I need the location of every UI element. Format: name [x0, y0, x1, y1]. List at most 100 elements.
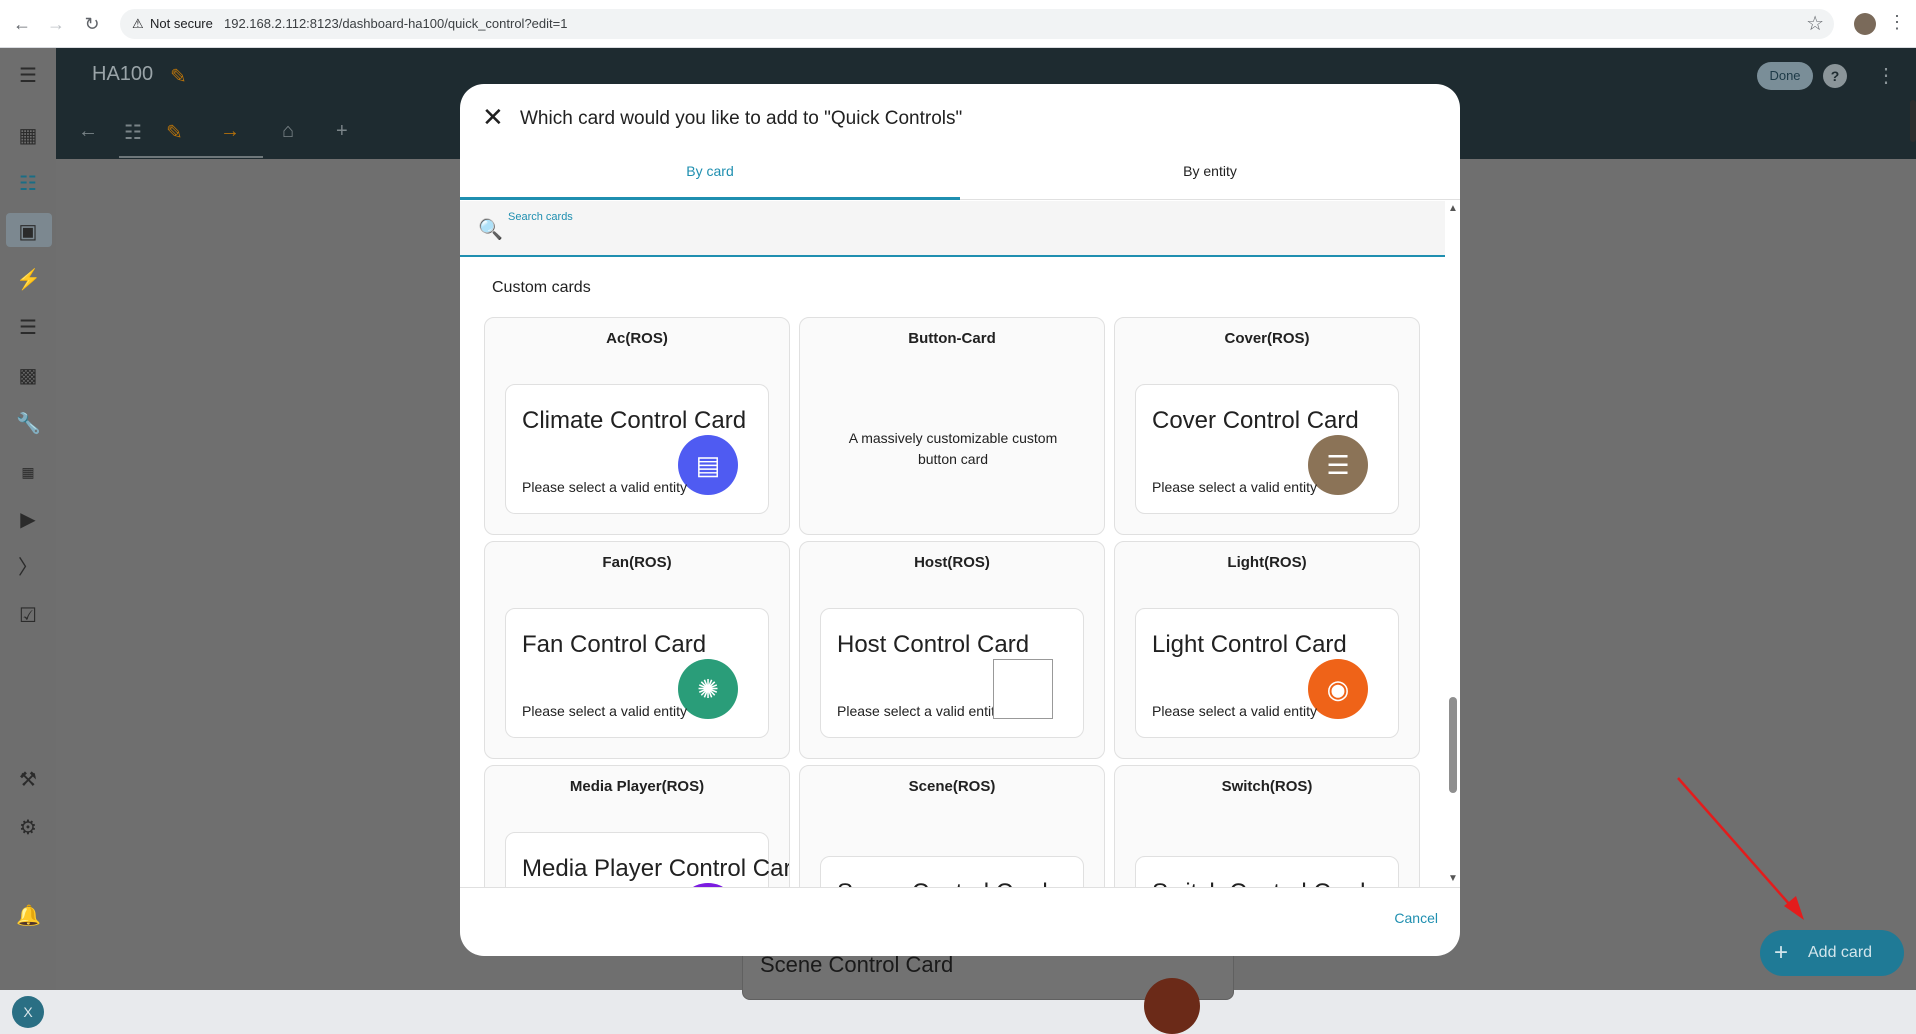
cancel-button[interactable]: Cancel [1394, 910, 1438, 926]
add-view-plus-icon[interactable]: + [336, 120, 348, 143]
section-title: Custom cards [492, 279, 591, 296]
card-option-name: Fan(ROS) [602, 554, 672, 571]
preview-subtitle: Please select a valid entity [837, 703, 1002, 719]
add-card-button[interactable]: + Add card [1760, 930, 1904, 976]
bell-icon[interactable]: 🔔 [16, 904, 41, 928]
card-option-switch[interactable]: Switch(ROS) Switch Control Card [1114, 765, 1420, 887]
edit-view-pencil-icon[interactable]: ✎ [166, 120, 183, 145]
preview-subtitle: Please select a valid entity [1152, 703, 1317, 719]
card-option-ac[interactable]: Ac(ROS) Climate Control Card ▤ Please se… [484, 317, 790, 535]
bookmark-star-icon[interactable]: ☆ [1806, 11, 1824, 36]
air-conditioner-icon: ▤ [678, 435, 738, 495]
preview-subtitle: Please select a valid entity [522, 479, 687, 495]
hammer-icon[interactable]: ⚒ [16, 768, 40, 792]
card-option-scene[interactable]: Scene(ROS) Scene Control Card [799, 765, 1105, 887]
card-option-fan[interactable]: Fan(ROS) Fan Control Card ✺ Please selec… [484, 541, 790, 759]
card-option-name: Ac(ROS) [606, 330, 668, 347]
preview-title: Switch Control Card [1152, 879, 1365, 887]
card-option-host[interactable]: Host(ROS) Host Control Card Please selec… [799, 541, 1105, 759]
move-left-arrow-icon[interactable]: ← [78, 120, 98, 143]
card-option-name: Switch(ROS) [1221, 778, 1313, 795]
url-text[interactable]: 192.168.2.112:8123/dashboard-ha100/quick… [224, 16, 567, 31]
active-tab-indicator [460, 197, 960, 200]
history-icon[interactable]: ▩ [16, 364, 40, 388]
edit-title-pencil-icon[interactable]: ✎ [170, 64, 187, 89]
fan-icon: ✺ [678, 659, 738, 719]
remote-view-icon[interactable]: ☷ [124, 120, 142, 145]
preview-title: Media Player Control Card [522, 855, 790, 882]
dashboard-title: HA100 [92, 63, 154, 85]
security-label[interactable]: Not secure [150, 16, 213, 31]
remote-icon[interactable]: ☷ [16, 172, 40, 196]
plus-icon: + [1774, 939, 1789, 966]
preview-title: Host Control Card [837, 631, 1030, 658]
move-right-arrow-icon[interactable]: → [220, 120, 240, 143]
card-list: Custom cards Ac(ROS) Climate Control Car… [460, 257, 1445, 887]
search-input[interactable]: 🔍 Search cards [460, 201, 1445, 257]
settings-gear-icon[interactable]: ⚙ [16, 816, 40, 840]
card-option-light[interactable]: Light(ROS) Light Control Card ◉ Please s… [1114, 541, 1420, 759]
terminal-icon[interactable]: 〉 [16, 556, 40, 580]
preview-title: Cover Control Card [1152, 407, 1359, 434]
add-card-label: Add card [1808, 944, 1873, 961]
card-option-name: Media Player(ROS) [569, 778, 705, 795]
search-icon: 🔍 [478, 219, 503, 241]
menu-icon[interactable]: ☰ [16, 64, 40, 88]
warning-icon: ⚠ [132, 16, 144, 31]
media-icon[interactable]: ▶ [16, 508, 40, 532]
annotation-arrow [1677, 777, 1804, 920]
preview-title: Scene Control Card [837, 879, 1048, 887]
browser-toolbar: ← → ↻ ⚠ Not secure 192.168.2.112:8123/da… [0, 0, 1916, 48]
add-card-dialog: ✕ Which card would you like to add to "Q… [460, 84, 1460, 956]
dialog-scrollbar[interactable]: ▲ ▼ [1445, 201, 1460, 887]
card-option-media-player[interactable]: Media Player(ROS) Media Player Control C… [484, 765, 790, 887]
preview-title: Light Control Card [1152, 631, 1347, 658]
logbook-icon[interactable]: ☰ [16, 316, 40, 340]
map-icon[interactable]: ▣ [16, 220, 40, 244]
search-placeholder: Search cards [508, 211, 573, 223]
card-preview: Media Player Control Card ◼ [505, 832, 789, 887]
browser-menu-icon[interactable]: ⋮ [1888, 12, 1906, 33]
preview-subtitle: Please select a valid entity [1152, 479, 1317, 495]
broken-image-icon [993, 659, 1053, 719]
wrench-icon[interactable]: 🔧 [16, 412, 41, 436]
card-option-button-card[interactable]: Button-Card A massively customizable cus… [799, 317, 1105, 535]
energy-icon[interactable]: ⚡ [16, 268, 41, 292]
card-preview: Climate Control Card ▤ Please select a v… [505, 384, 769, 514]
address-bar[interactable]: ⚠ Not secure 192.168.2.112:8123/dashboar… [120, 9, 1834, 39]
background-card-icon [1144, 978, 1200, 1034]
close-icon[interactable]: ✕ [482, 102, 504, 133]
help-icon[interactable]: ? [1823, 64, 1847, 88]
card-option-name: Button-Card [908, 330, 996, 347]
preview-title: Fan Control Card [522, 631, 707, 658]
ha-sidebar: ☰ ▦ ☷ ▣ ⚡ ☰ ▩ 🔧 ▦ ▶ 〉 ☑ ⚒ ⚙ 🔔 X [0, 48, 56, 1028]
reload-icon[interactable]: ↻ [80, 12, 104, 36]
card-preview: Light Control Card ◉ Please select a val… [1135, 608, 1399, 738]
profile-avatar[interactable] [1854, 13, 1876, 35]
page-scrollbar-thumb[interactable] [1910, 100, 1916, 142]
dialog-footer: Cancel [460, 887, 1460, 956]
arrow-left-icon[interactable]: ← [10, 12, 34, 36]
home-icon[interactable]: ⌂ [282, 120, 294, 143]
scroll-down-icon[interactable]: ▼ [1448, 873, 1458, 884]
user-avatar[interactable]: X [12, 996, 44, 1028]
overview-icon[interactable]: ▦ [16, 124, 40, 148]
card-option-name: Host(ROS) [914, 554, 990, 571]
card-preview: Scene Control Card [820, 856, 1084, 887]
done-button[interactable]: Done [1757, 62, 1813, 90]
todo-icon[interactable]: ☑ [16, 604, 40, 628]
scroll-up-icon[interactable]: ▲ [1448, 203, 1458, 214]
tab-by-entity[interactable]: By entity [960, 154, 1460, 200]
scrollbar-thumb[interactable] [1449, 697, 1457, 793]
hacs-icon[interactable]: ▦ [16, 460, 40, 484]
tab-by-card[interactable]: By card [460, 154, 960, 200]
arrow-right-icon[interactable]: → [44, 12, 68, 36]
card-option-cover[interactable]: Cover(ROS) Cover Control Card ☰ Please s… [1114, 317, 1420, 535]
card-preview: Fan Control Card ✺ Please select a valid… [505, 608, 769, 738]
card-preview: Host Control Card Please select a valid … [820, 608, 1084, 738]
card-description: A massively customizable custom button c… [848, 430, 1058, 467]
card-preview: Switch Control Card [1135, 856, 1399, 887]
active-view-underline [119, 156, 263, 158]
blinds-icon: ☰ [1308, 435, 1368, 495]
app-menu-icon[interactable]: ⋮ [1876, 63, 1896, 88]
